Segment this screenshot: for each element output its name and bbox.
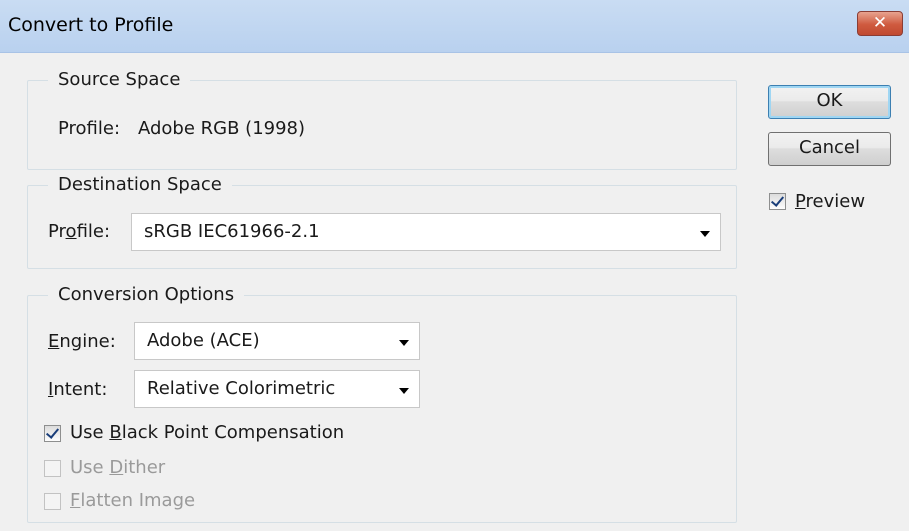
engine-value: Adobe (ACE) bbox=[147, 330, 260, 351]
chevron-down-icon bbox=[700, 231, 710, 237]
close-button[interactable]: ✕ bbox=[857, 11, 903, 36]
black-point-compensation-checkbox[interactable] bbox=[44, 425, 61, 442]
preview-label[interactable]: Preview bbox=[795, 190, 865, 214]
window-title: Convert to Profile bbox=[8, 14, 174, 36]
intent-label: Intent: bbox=[48, 379, 108, 400]
source-profile-label: Profile: bbox=[58, 118, 121, 139]
preview-checkbox[interactable] bbox=[769, 193, 786, 210]
intent-value: Relative Colorimetric bbox=[147, 378, 336, 399]
use-dither-checkbox[interactable] bbox=[44, 460, 61, 477]
title-bar[interactable]: Convert to Profile ✕ bbox=[0, 0, 909, 53]
source-space-group: Source Space Profile: Adobe RGB (1998) bbox=[27, 67, 737, 170]
conversion-options-legend: Conversion Options bbox=[48, 282, 245, 308]
destination-space-legend: Destination Space bbox=[48, 172, 232, 198]
destination-space-group: Destination Space Profile: sRGB IEC61966… bbox=[27, 172, 737, 269]
engine-select[interactable]: Adobe (ACE) bbox=[134, 322, 420, 360]
engine-label: Engine: bbox=[48, 331, 116, 352]
cancel-button[interactable]: Cancel bbox=[768, 132, 891, 166]
conversion-options-group: Conversion Options Engine: Adobe (ACE) I… bbox=[27, 282, 737, 523]
flatten-image-checkbox[interactable] bbox=[44, 493, 61, 510]
destination-profile-label: Profile: bbox=[48, 221, 111, 242]
close-icon: ✕ bbox=[872, 13, 888, 33]
black-point-compensation-label[interactable]: Use Black Point Compensation bbox=[70, 421, 344, 445]
chevron-down-icon bbox=[399, 340, 409, 346]
dialog-body: Source Space Profile: Adobe RGB (1998) D… bbox=[0, 53, 909, 531]
chevron-down-icon bbox=[399, 388, 409, 394]
destination-profile-value: sRGB IEC61966-2.1 bbox=[144, 221, 320, 242]
source-profile-value: Adobe RGB (1998) bbox=[138, 118, 306, 139]
ok-button[interactable]: OK bbox=[768, 85, 891, 119]
source-space-legend: Source Space bbox=[48, 67, 191, 93]
intent-select[interactable]: Relative Colorimetric bbox=[134, 370, 420, 408]
destination-profile-select[interactable]: sRGB IEC61966-2.1 bbox=[131, 213, 721, 251]
flatten-image-label[interactable]: Flatten Image bbox=[70, 489, 195, 513]
use-dither-label[interactable]: Use Dither bbox=[70, 456, 165, 480]
